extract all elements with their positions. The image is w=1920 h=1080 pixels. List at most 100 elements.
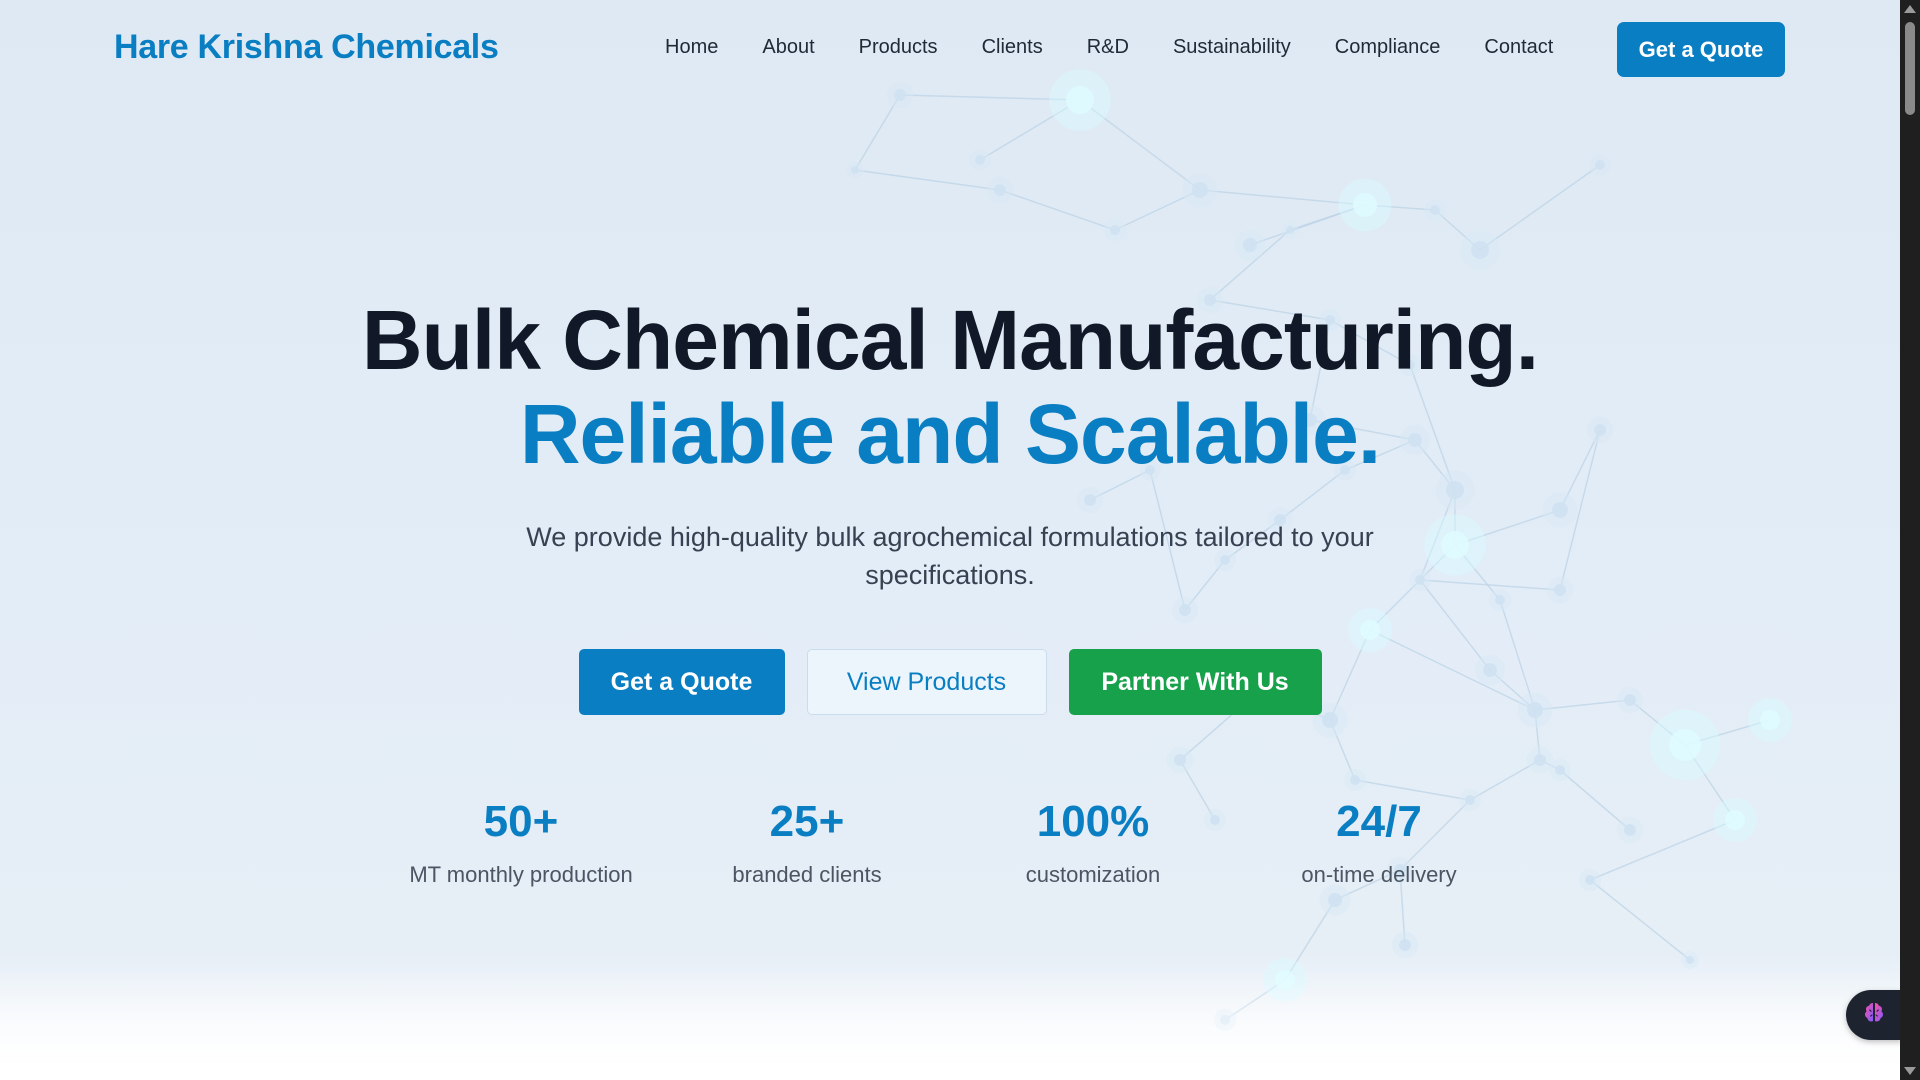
network-node (1360, 620, 1380, 640)
network-node (1328, 893, 1342, 907)
scroll-thumb[interactable] (1905, 22, 1915, 115)
network-node (994, 184, 1006, 196)
network-node-glow (1234, 229, 1266, 261)
site-header: Hare Krishna Chemicals Home About Produc… (0, 0, 1900, 100)
network-node-glow (1344, 769, 1366, 791)
network-node (1192, 182, 1208, 198)
partner-with-us-button[interactable]: Partner With Us (1068, 649, 1322, 715)
scroll-up-arrow-icon[interactable] (1904, 5, 1916, 13)
stat-delivery: 24/7 on-time delivery (1239, 800, 1519, 888)
network-edge (1454, 509, 1561, 546)
network-edge (1534, 709, 1541, 761)
header-get-quote-button[interactable]: Get a Quote (1617, 22, 1785, 77)
network-edge (1589, 819, 1736, 881)
hero-headline-line1: Bulk Chemical Manufacturing. (361, 293, 1539, 387)
page-scrollbar[interactable] (1900, 0, 1920, 1080)
network-node-glow (1579, 869, 1601, 891)
network-edge (1364, 204, 1436, 211)
network-node-glow (1616, 816, 1644, 844)
network-edge (1284, 899, 1336, 981)
nav-home[interactable]: Home (665, 36, 718, 59)
network-node (1669, 729, 1701, 761)
network-node-glow (1076, 486, 1104, 514)
network-edge (1249, 204, 1366, 246)
network-node (1179, 604, 1191, 616)
network-node (1471, 241, 1489, 259)
network-edge (999, 189, 1116, 231)
network-node (1725, 810, 1745, 830)
floating-assistant-button[interactable] (1846, 990, 1902, 1040)
nav-contact[interactable]: Contact (1484, 36, 1553, 59)
view-products-button[interactable]: View Products (806, 649, 1047, 715)
network-node-glow (1460, 230, 1500, 270)
network-node-glow (1435, 470, 1475, 510)
nav-rnd[interactable]: R&D (1087, 36, 1129, 59)
network-node-glow (1319, 884, 1351, 916)
network-node-glow (1549, 759, 1571, 781)
network-node-glow (1338, 178, 1392, 232)
stat-label: customization (1025, 862, 1161, 887)
network-node (1286, 226, 1294, 234)
brand-logo[interactable]: Hare Krishna Chemicals (114, 28, 499, 67)
get-quote-button[interactable]: Get a Quote (578, 649, 785, 715)
network-node (1555, 765, 1565, 775)
network-node (1495, 595, 1505, 605)
stat-value: 24/7 (1336, 797, 1422, 846)
stat-clients: 25+ branded clients (667, 800, 947, 888)
network-edge (1209, 229, 1291, 301)
network-edge (1199, 189, 1366, 206)
network-edge (1539, 759, 1561, 771)
stat-label: MT monthly production (409, 862, 633, 887)
stat-customization: 100% customization (953, 800, 1233, 888)
brain-icon (1861, 1000, 1887, 1031)
nav-sustainability[interactable]: Sustainability (1173, 36, 1291, 59)
network-node (1552, 502, 1568, 518)
network-node-glow (1713, 798, 1757, 842)
network-node (1430, 205, 1440, 215)
stat-label: on-time delivery (1301, 862, 1457, 887)
network-node-glow (1391, 931, 1419, 959)
main-nav: Home About Products Clients R&D Sustaina… (665, 36, 1597, 59)
hero-cta-row: Get a Quote View Products Partner With U… (0, 649, 1900, 715)
network-node-glow (1589, 154, 1611, 176)
stat-production: 50+ MT monthly production (381, 800, 661, 888)
stat-value: 100% (1036, 797, 1150, 846)
network-edge (1469, 759, 1541, 801)
network-node-glow (1649, 709, 1721, 781)
network-node-glow (1424, 199, 1446, 221)
network-edge (854, 94, 901, 171)
network-node-glow (1542, 492, 1578, 528)
network-node (1174, 754, 1186, 766)
bottom-fade (0, 970, 1900, 1080)
network-node-glow (969, 149, 991, 171)
network-edge (1079, 99, 1201, 191)
nav-about[interactable]: About (762, 36, 814, 59)
network-node (851, 166, 859, 174)
network-node-glow (1546, 576, 1574, 604)
network-edge (1114, 189, 1201, 231)
nav-clients[interactable]: Clients (982, 36, 1043, 59)
network-node (1585, 875, 1595, 885)
network-node (1446, 481, 1464, 499)
network-node (1243, 238, 1257, 252)
network-node-glow (1681, 951, 1699, 969)
network-node-glow (1526, 746, 1554, 774)
network-node (1595, 160, 1605, 170)
network-node-glow (1182, 172, 1218, 208)
stat-value: 25+ (769, 797, 845, 846)
network-edge (1479, 164, 1601, 251)
network-node (1399, 939, 1411, 951)
network-node (1686, 956, 1694, 964)
hero-subheading: We provide high-quality bulk agrochemica… (526, 522, 1374, 590)
network-edge (854, 169, 1001, 191)
network-node-glow (1489, 589, 1511, 611)
nav-products[interactable]: Products (859, 36, 938, 59)
network-node-glow (986, 176, 1014, 204)
network-node (1110, 225, 1120, 235)
network-node (975, 155, 985, 165)
network-edge (1434, 209, 1481, 251)
scroll-down-arrow-icon[interactable] (1904, 1067, 1916, 1075)
network-node (1353, 193, 1377, 217)
nav-compliance[interactable]: Compliance (1335, 36, 1441, 59)
network-node (1084, 494, 1096, 506)
